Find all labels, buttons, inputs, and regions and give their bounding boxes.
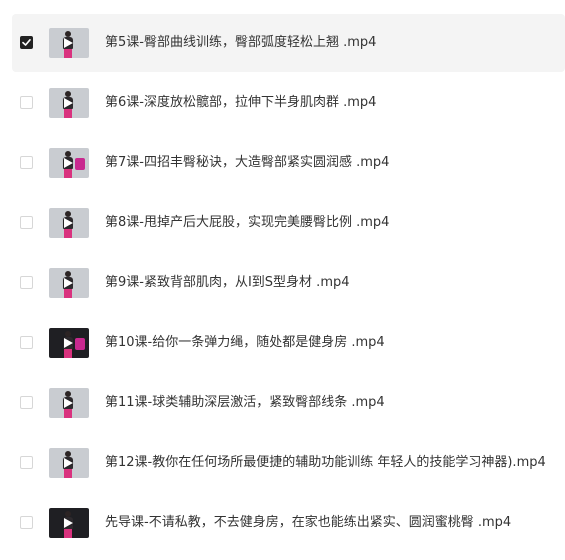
play-icon	[64, 278, 73, 288]
video-thumbnail[interactable]	[49, 328, 89, 358]
file-name[interactable]: 第5课-臀部曲线训练，臀部弧度轻松上翘 .mp4	[105, 35, 376, 51]
checkmark-icon	[22, 39, 31, 46]
video-thumbnail[interactable]	[49, 268, 89, 298]
file-row[interactable]: 第7课-四招丰臀秘诀，大造臀部紧实圆润感 .mp4	[12, 134, 565, 192]
file-checkbox[interactable]	[20, 396, 33, 409]
play-icon	[64, 38, 73, 48]
file-name[interactable]: 第8课-甩掉产后大屁股，实现完美腰臀比例 .mp4	[105, 215, 389, 231]
file-checkbox[interactable]	[20, 36, 33, 49]
file-checkbox[interactable]	[20, 156, 33, 169]
file-name[interactable]: 第10课-给你一条弹力绳，随处都是健身房 .mp4	[105, 335, 385, 351]
file-name[interactable]: 先导课-不请私教，不去健身房，在家也能练出紧实、圆润蜜桃臀 .mp4	[105, 515, 511, 531]
video-thumbnail[interactable]	[49, 88, 89, 118]
file-name[interactable]: 第12课-教你在任何场所最便捷的辅助功能训练 年轻人的技能学习神器).mp4	[105, 455, 546, 471]
file-row[interactable]: 先导课-不请私教，不去健身房，在家也能练出紧实、圆润蜜桃臀 .mp4	[12, 494, 565, 552]
file-row[interactable]: 第12课-教你在任何场所最便捷的辅助功能训练 年轻人的技能学习神器).mp4	[12, 434, 565, 492]
file-name[interactable]: 第6课-深度放松髋部，拉伸下半身肌肉群 .mp4	[105, 95, 376, 111]
play-icon	[64, 218, 73, 228]
video-thumbnail[interactable]	[49, 28, 89, 58]
exercise-prop-icon	[75, 338, 85, 350]
video-thumbnail[interactable]	[49, 508, 89, 538]
play-icon	[64, 398, 73, 408]
file-row[interactable]: 第5课-臀部曲线训练，臀部弧度轻松上翘 .mp4	[12, 14, 565, 72]
video-thumbnail[interactable]	[49, 388, 89, 418]
play-icon	[64, 338, 73, 348]
file-row[interactable]: 第6课-深度放松髋部，拉伸下半身肌肉群 .mp4	[12, 74, 565, 132]
file-name[interactable]: 第9课-紧致背部肌肉，从I到S型身材 .mp4	[105, 275, 350, 291]
file-checkbox[interactable]	[20, 336, 33, 349]
file-checkbox[interactable]	[20, 216, 33, 229]
file-row[interactable]: 第9课-紧致背部肌肉，从I到S型身材 .mp4	[12, 254, 565, 312]
file-checkbox[interactable]	[20, 276, 33, 289]
video-thumbnail[interactable]	[49, 148, 89, 178]
file-row[interactable]: 第10课-给你一条弹力绳，随处都是健身房 .mp4	[12, 314, 565, 372]
file-row[interactable]: 第11课-球类辅助深层激活，紧致臀部线条 .mp4	[12, 374, 565, 432]
file-row[interactable]: 第8课-甩掉产后大屁股，实现完美腰臀比例 .mp4	[12, 194, 565, 252]
file-list: 第5课-臀部曲线训练，臀部弧度轻松上翘 .mp4 第6课-深度放松髋部，拉伸下半身…	[12, 14, 565, 554]
play-icon	[64, 98, 73, 108]
file-checkbox[interactable]	[20, 96, 33, 109]
play-icon	[64, 458, 73, 468]
video-thumbnail[interactable]	[49, 208, 89, 238]
exercise-prop-icon	[75, 158, 85, 170]
file-name[interactable]: 第11课-球类辅助深层激活，紧致臀部线条 .mp4	[105, 395, 385, 411]
play-icon	[64, 158, 73, 168]
file-name[interactable]: 第7课-四招丰臀秘诀，大造臀部紧实圆润感 .mp4	[105, 155, 389, 171]
video-thumbnail[interactable]	[49, 448, 89, 478]
play-icon	[64, 518, 73, 528]
file-checkbox[interactable]	[20, 456, 33, 469]
file-checkbox[interactable]	[20, 516, 33, 529]
